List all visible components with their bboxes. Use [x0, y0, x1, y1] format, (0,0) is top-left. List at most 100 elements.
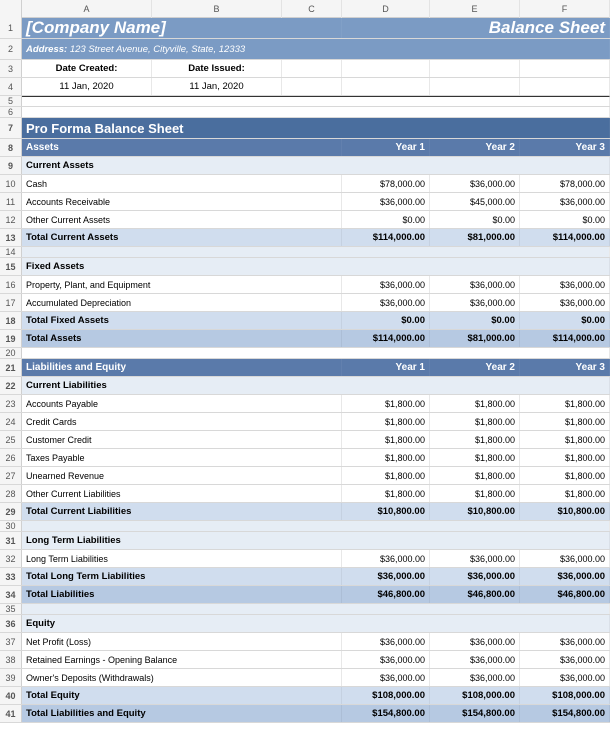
row-header[interactable]: 13 [0, 229, 22, 246]
empty-cell[interactable] [430, 60, 520, 77]
total-value[interactable]: $36,000.00 [430, 568, 520, 585]
total-value[interactable]: $0.00 [430, 312, 520, 329]
line-label[interactable]: Net Profit (Loss) [22, 633, 342, 650]
long-liab-label[interactable]: Long Term Liabilities [22, 532, 610, 549]
date-created[interactable]: 11 Jan, 2020 [22, 78, 152, 95]
year-3[interactable]: Year 3 [520, 359, 610, 376]
line-value[interactable]: $1,800.00 [520, 413, 610, 430]
total-value[interactable]: $36,000.00 [342, 568, 430, 585]
assets-label[interactable]: Assets [22, 139, 342, 156]
row-header[interactable]: 24 [0, 413, 22, 430]
line-value[interactable]: $1,800.00 [520, 431, 610, 448]
row-header[interactable]: 28 [0, 485, 22, 502]
total-value[interactable]: $46,800.00 [342, 586, 430, 603]
line-value[interactable]: $36,000.00 [430, 294, 520, 311]
row-header[interactable]: 3 [0, 60, 22, 77]
line-value[interactable]: $1,800.00 [342, 485, 430, 502]
total-value[interactable]: $81,000.00 [430, 229, 520, 246]
row-header[interactable]: 32 [0, 550, 22, 567]
row-header[interactable]: 8 [0, 139, 22, 156]
empty-cell[interactable] [282, 78, 342, 95]
total-value[interactable]: $154,800.00 [342, 705, 430, 722]
row-header[interactable]: 15 [0, 258, 22, 275]
total-liab-equity-label[interactable]: Total Liabilities and Equity [22, 705, 342, 722]
line-label[interactable]: Cash [22, 175, 342, 192]
sheet-title[interactable]: Balance Sheet [342, 18, 610, 38]
total-value[interactable]: $114,000.00 [342, 229, 430, 246]
row-header[interactable]: 38 [0, 651, 22, 668]
line-value[interactable]: $36,000.00 [430, 669, 520, 686]
row-header[interactable]: 33 [0, 568, 22, 585]
row-header[interactable]: 26 [0, 449, 22, 466]
total-liab-label[interactable]: Total Liabilities [22, 586, 342, 603]
row-header[interactable]: 20 [0, 348, 22, 358]
date-issued[interactable]: 11 Jan, 2020 [152, 78, 282, 95]
total-value[interactable]: $46,800.00 [430, 586, 520, 603]
row-header[interactable]: 17 [0, 294, 22, 311]
line-value[interactable]: $36,000.00 [520, 669, 610, 686]
row-header[interactable]: 35 [0, 604, 22, 614]
line-value[interactable]: $36,000.00 [342, 633, 430, 650]
row-header[interactable]: 37 [0, 633, 22, 650]
total-label[interactable]: Total Fixed Assets [22, 312, 342, 329]
line-value[interactable]: $36,000.00 [342, 669, 430, 686]
total-value[interactable]: $0.00 [342, 312, 430, 329]
total-value[interactable]: $154,800.00 [520, 705, 610, 722]
year-1[interactable]: Year 1 [342, 139, 430, 156]
line-label[interactable]: Taxes Payable [22, 449, 342, 466]
row-header[interactable]: 6 [0, 107, 22, 117]
total-label[interactable]: Total Equity [22, 687, 342, 704]
line-value[interactable]: $1,800.00 [430, 413, 520, 430]
empty-cell[interactable] [22, 348, 610, 358]
total-label[interactable]: Total Current Assets [22, 229, 342, 246]
current-assets-label[interactable]: Current Assets [22, 157, 610, 174]
year-3[interactable]: Year 3 [520, 139, 610, 156]
row-header[interactable]: 39 [0, 669, 22, 686]
line-value[interactable]: $1,800.00 [520, 485, 610, 502]
row-header[interactable]: 18 [0, 312, 22, 329]
line-value[interactable]: $36,000.00 [430, 276, 520, 293]
row-header[interactable]: 11 [0, 193, 22, 210]
row-header[interactable]: 40 [0, 687, 22, 704]
row-header[interactable]: 27 [0, 467, 22, 484]
line-value[interactable]: $1,800.00 [342, 431, 430, 448]
row-header[interactable]: 12 [0, 211, 22, 228]
row-header[interactable]: 19 [0, 330, 22, 347]
empty-cell[interactable] [22, 247, 610, 257]
empty-cell[interactable] [520, 60, 610, 77]
line-label[interactable]: Accounts Payable [22, 395, 342, 412]
row-header[interactable]: 2 [0, 39, 22, 59]
total-value[interactable]: $108,000.00 [430, 687, 520, 704]
col-header-F[interactable]: F [520, 0, 610, 18]
total-value[interactable]: $108,000.00 [342, 687, 430, 704]
row-header[interactable]: 16 [0, 276, 22, 293]
year-2[interactable]: Year 2 [430, 359, 520, 376]
empty-cell[interactable] [342, 78, 430, 95]
line-value[interactable]: $36,000.00 [520, 550, 610, 567]
line-value[interactable]: $36,000.00 [520, 276, 610, 293]
line-label[interactable]: Property, Plant, and Equipment [22, 276, 342, 293]
row-header[interactable]: 34 [0, 586, 22, 603]
liab-label[interactable]: Liabilities and Equity [22, 359, 342, 376]
empty-cell[interactable] [22, 107, 610, 117]
date-issued-label[interactable]: Date Issued: [152, 60, 282, 77]
total-label[interactable]: Total Long Term Liabilities [22, 568, 342, 585]
line-label[interactable]: Credit Cards [22, 413, 342, 430]
line-label[interactable]: Unearned Revenue [22, 467, 342, 484]
line-value[interactable]: $1,800.00 [430, 449, 520, 466]
line-value[interactable]: $36,000.00 [520, 193, 610, 210]
total-value[interactable]: $114,000.00 [342, 330, 430, 347]
line-value[interactable]: $36,000.00 [430, 175, 520, 192]
line-value[interactable]: $36,000.00 [520, 651, 610, 668]
row-header[interactable]: 25 [0, 431, 22, 448]
line-value[interactable]: $1,800.00 [430, 485, 520, 502]
row-header[interactable]: 10 [0, 175, 22, 192]
total-value[interactable]: $46,800.00 [520, 586, 610, 603]
row-header[interactable]: 9 [0, 157, 22, 174]
address-cell[interactable]: Address: 123 Street Avenue, Cityville, S… [22, 39, 610, 59]
line-value[interactable]: $0.00 [520, 211, 610, 228]
line-value[interactable]: $36,000.00 [342, 651, 430, 668]
line-label[interactable]: Other Current Liabilities [22, 485, 342, 502]
line-value[interactable]: $36,000.00 [430, 651, 520, 668]
line-value[interactable]: $36,000.00 [342, 550, 430, 567]
